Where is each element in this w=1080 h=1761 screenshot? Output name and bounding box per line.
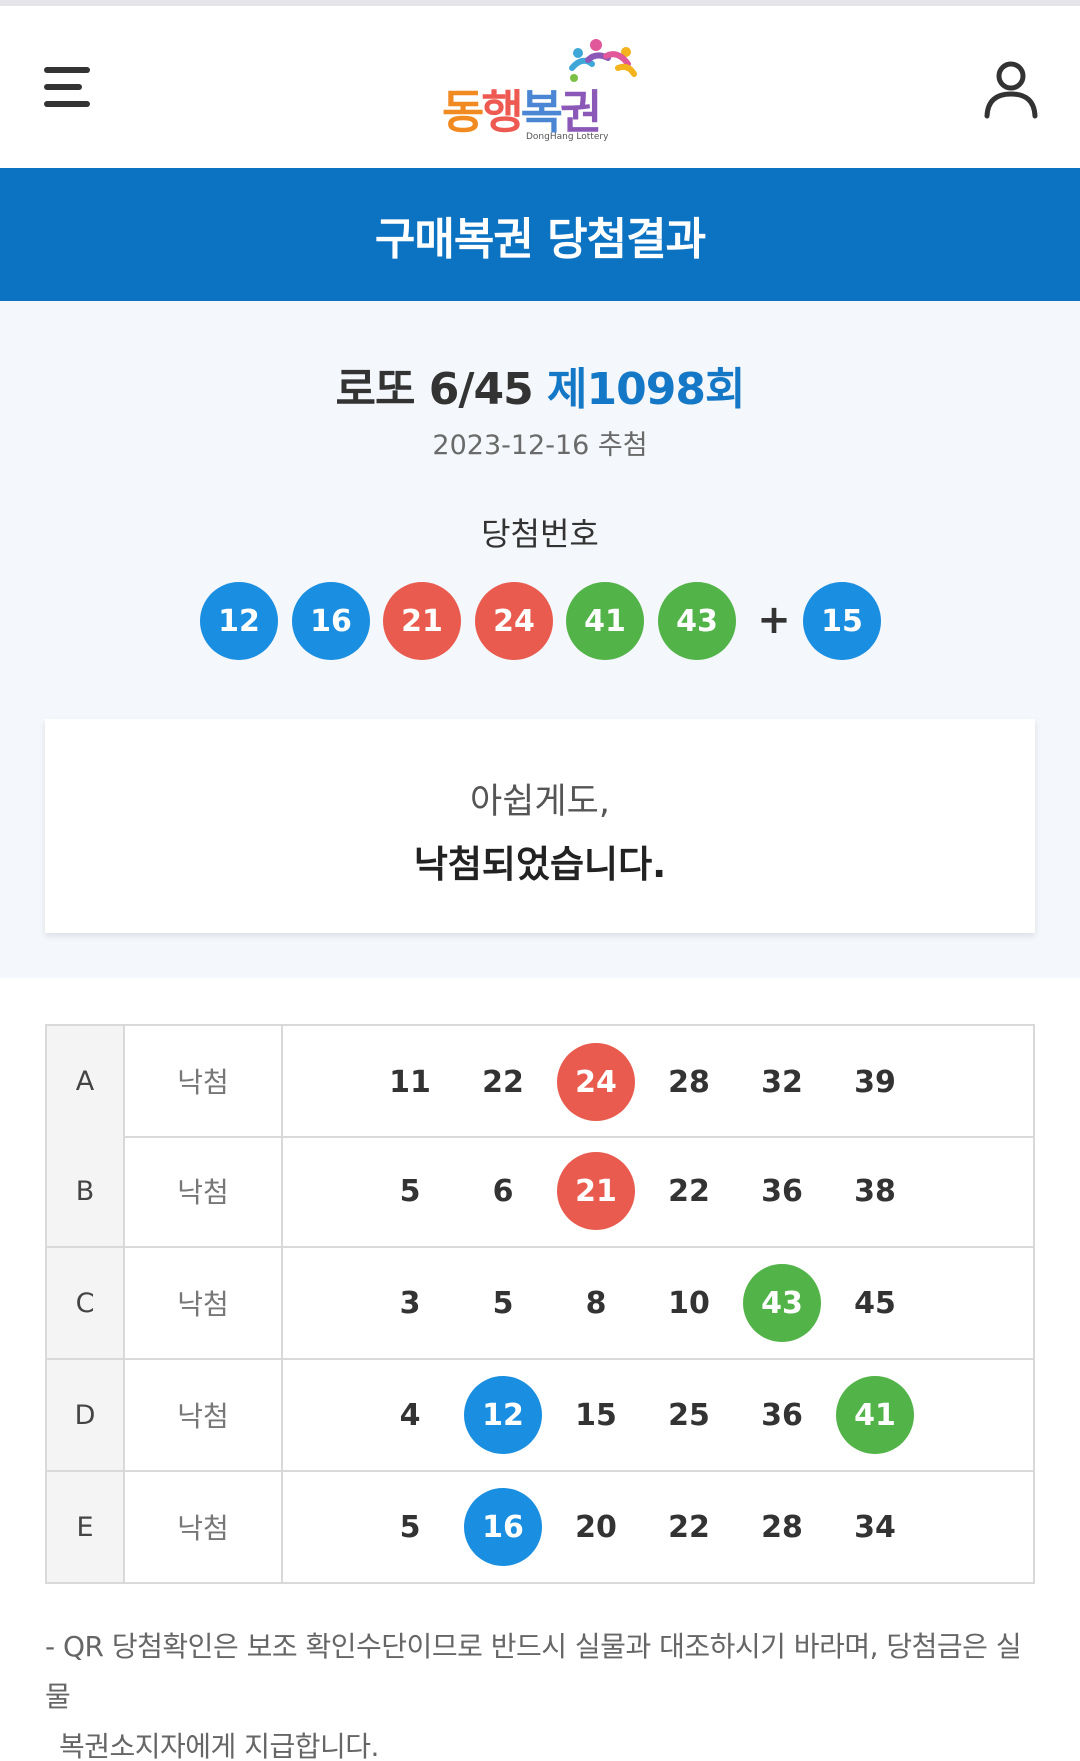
ticket-number: 22 bbox=[668, 1173, 710, 1209]
notice-line1: - QR 당첨확인은 보조 확인수단이므로 반드시 실물과 대조하시기 바라며,… bbox=[45, 1630, 1022, 1713]
ticket-number: 38 bbox=[854, 1173, 896, 1209]
donghang-lottery-logo[interactable]: 동행복권 DongHang Lottery bbox=[440, 34, 650, 144]
matched-number-ball: 16 bbox=[464, 1488, 542, 1566]
ticket-numbers: 3 5 8 10 43 45 bbox=[283, 1248, 1033, 1358]
ticket-number: 6 bbox=[492, 1173, 514, 1209]
matched-number-ball: 43 bbox=[743, 1264, 821, 1342]
ticket-status: 낙첨 bbox=[125, 1248, 283, 1358]
ticket-game-label: E bbox=[47, 1472, 125, 1582]
notice-text: - QR 당첨확인은 보조 확인수단이므로 반드시 실물과 대조하시기 바라며,… bbox=[45, 1622, 1035, 1761]
ticket-row: C 낙첨 3 5 8 10 43 45 bbox=[45, 1248, 1035, 1360]
ticket-game-label: B bbox=[47, 1136, 125, 1246]
ticket-numbers: 5 6 21 22 36 38 bbox=[283, 1136, 1033, 1246]
draw-date: 2023-12-16 추첨 bbox=[432, 430, 648, 461]
winning-ball: 21 bbox=[383, 582, 461, 660]
draw-result-section: 로또 6/45 제1098회 2023-12-16 추첨 당첨번호 12 16 … bbox=[0, 301, 1080, 978]
ticket-row: B 낙첨 5 6 21 22 36 38 bbox=[45, 1136, 1035, 1248]
ticket-number: 11 bbox=[389, 1064, 431, 1100]
matched-number-ball: 41 bbox=[836, 1376, 914, 1454]
ticket-number: 5 bbox=[399, 1509, 421, 1545]
ticket-number: 10 bbox=[668, 1285, 710, 1321]
page-title: 구매복권 당첨결과 bbox=[374, 213, 706, 265]
ticket-number: 32 bbox=[761, 1064, 803, 1100]
ticket-status: 낙첨 bbox=[125, 1360, 283, 1470]
result-message-line1: 아쉽게도, bbox=[470, 782, 610, 822]
ticket-number: 20 bbox=[575, 1509, 617, 1545]
ticket-number: 22 bbox=[482, 1064, 524, 1100]
ticket-number: 36 bbox=[761, 1173, 803, 1209]
hamburger-menu-icon[interactable] bbox=[38, 61, 98, 113]
ticket-numbers: 4 12 15 25 36 41 bbox=[283, 1360, 1033, 1470]
game-name: 로또 6/45 bbox=[335, 364, 534, 415]
ticket-table: A 낙첨 11 22 24 28 32 39 B 낙첨 5 6 21 22 36 38 C 낙첨 3 5 8 10 43 45… bbox=[45, 1024, 1035, 1584]
ticket-number: 3 bbox=[399, 1285, 421, 1321]
notice-line2: 복권소지자에게 지급합니다. bbox=[59, 1730, 379, 1761]
ticket-number: 45 bbox=[854, 1285, 896, 1321]
plus-sign: + bbox=[757, 597, 791, 643]
winning-numbers-label: 당첨번호 bbox=[481, 515, 599, 553]
bonus-ball: 15 bbox=[803, 582, 881, 660]
result-message-card: 아쉽게도, 낙첨되었습니다. bbox=[45, 719, 1035, 933]
winning-ball: 24 bbox=[475, 582, 553, 660]
ticket-number: 8 bbox=[585, 1285, 607, 1321]
matched-number-ball: 12 bbox=[464, 1376, 542, 1454]
ticket-number: 25 bbox=[668, 1397, 710, 1433]
ticket-numbers: 11 22 24 28 32 39 bbox=[283, 1026, 1033, 1136]
ticket-number: 36 bbox=[761, 1397, 803, 1433]
ticket-game-label: D bbox=[47, 1360, 125, 1470]
winning-ball: 41 bbox=[566, 582, 644, 660]
ticket-number: 5 bbox=[399, 1173, 421, 1209]
ticket-number: 34 bbox=[854, 1509, 896, 1545]
ticket-status: 낙첨 bbox=[125, 1026, 283, 1136]
app-header: 동행복권 DongHang Lottery bbox=[0, 6, 1080, 168]
winning-ball: 16 bbox=[292, 582, 370, 660]
matched-number-ball: 24 bbox=[557, 1043, 635, 1121]
ticket-number: 39 bbox=[854, 1064, 896, 1100]
round-number: 제1098회 bbox=[547, 364, 745, 415]
ticket-number: 4 bbox=[399, 1397, 421, 1433]
ticket-row: E 낙첨 5 16 20 22 28 34 bbox=[45, 1472, 1035, 1584]
ticket-game-label: C bbox=[47, 1248, 125, 1358]
winning-numbers: 12 16 21 24 41 43 + 15 bbox=[200, 582, 890, 660]
ticket-number: 28 bbox=[761, 1509, 803, 1545]
ticket-game-label: A bbox=[47, 1026, 125, 1136]
ticket-status: 낙첨 bbox=[125, 1136, 283, 1246]
matched-number-ball: 21 bbox=[557, 1152, 635, 1230]
result-message-line2: 낙첨되었습니다. bbox=[413, 843, 667, 886]
ticket-number: 22 bbox=[668, 1509, 710, 1545]
winning-ball: 43 bbox=[658, 582, 736, 660]
page-title-banner: 구매복권 당첨결과 bbox=[0, 168, 1080, 301]
ticket-number: 15 bbox=[575, 1397, 617, 1433]
user-account-icon[interactable] bbox=[978, 56, 1044, 122]
ticket-number: 28 bbox=[668, 1064, 710, 1100]
ticket-row: A 낙첨 11 22 24 28 32 39 bbox=[45, 1024, 1035, 1138]
winning-ball: 12 bbox=[200, 582, 278, 660]
logo-subtitle: DongHang Lottery bbox=[526, 132, 609, 142]
ticket-numbers: 5 16 20 22 28 34 bbox=[283, 1472, 1033, 1582]
ticket-row: D 낙첨 4 12 15 25 36 41 bbox=[45, 1360, 1035, 1472]
ticket-status: 낙첨 bbox=[125, 1472, 283, 1582]
ticket-number: 5 bbox=[492, 1285, 514, 1321]
game-title: 로또 6/45 제1098회 bbox=[0, 353, 1080, 417]
